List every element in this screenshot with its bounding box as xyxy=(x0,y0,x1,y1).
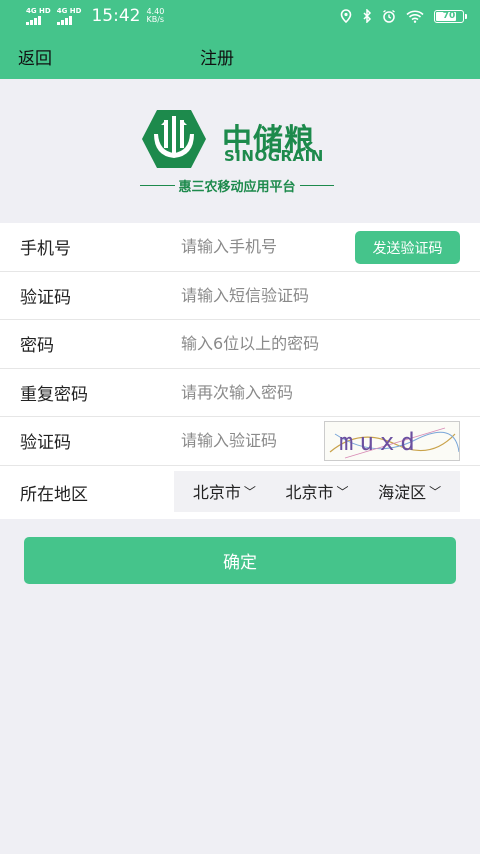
captcha-row: 验证码 muxd xyxy=(0,417,480,466)
phone-label: 手机号 xyxy=(20,239,71,260)
sms-code-label: 验证码 xyxy=(20,287,71,308)
province-value: 北京市 xyxy=(192,483,241,502)
captcha-image[interactable]: muxd xyxy=(324,421,460,461)
signal-bars-icon xyxy=(26,15,41,25)
alarm-icon xyxy=(383,9,395,23)
confirm-password-label: 重复密码 xyxy=(20,384,88,405)
speed-unit: KB/s xyxy=(146,15,165,24)
nav-bar: 返回 注册 xyxy=(0,32,480,79)
phone-input[interactable] xyxy=(181,237,351,257)
confirm-button[interactable]: 确定 xyxy=(24,537,456,584)
slogan-text: 惠三农移动应用平台 xyxy=(178,180,296,195)
network-type-1: 4G HD xyxy=(26,7,51,15)
sinograin-logo-icon xyxy=(142,110,206,168)
status-time: 15:42 xyxy=(91,6,141,26)
brand-name-en: SINOGRAIN xyxy=(224,147,324,165)
password-input[interactable] xyxy=(181,334,351,354)
region-row: 所在地区 北京市 ﹀ 北京市 ﹀ 海淀区 ﹀ xyxy=(0,466,480,519)
battery-level: 70 xyxy=(442,11,456,21)
slogan: 惠三农移动应用平台 xyxy=(140,176,335,195)
district-value: 海淀区 xyxy=(378,483,427,502)
location-icon xyxy=(340,9,352,23)
sms-code-row: 验证码 xyxy=(0,272,480,320)
password-row: 密码 xyxy=(0,320,480,369)
register-form: 手机号 发送验证码 验证码 密码 重复密码 验证码 muxd 所在地区 北京市﹀… xyxy=(0,223,480,519)
region-picker: 北京市 ﹀ 北京市 ﹀ 海淀区 ﹀ xyxy=(174,470,460,512)
captcha-label: 验证码 xyxy=(20,433,71,454)
district-select[interactable]: 海淀区 ﹀ xyxy=(378,479,441,503)
chevron-down-icon: ﹀ xyxy=(243,484,256,499)
signal-bars-icon xyxy=(56,15,72,25)
sms-code-input[interactable] xyxy=(181,285,351,305)
confirm-password-row: 重复密码 xyxy=(0,369,480,417)
send-code-button[interactable]: 发送验证码 xyxy=(355,231,460,264)
status-bar: 4G HD 4G HD 15:42 4.40 KB/s 70 xyxy=(0,0,480,32)
phone-row: 手机号 发送验证码 xyxy=(0,223,480,272)
logo-area: 中储粮 SINOGRAIN 惠三农移动应用平台 xyxy=(0,79,480,223)
network-speed: 4.40 KB/s xyxy=(146,8,164,24)
battery-icon: 70 xyxy=(434,9,467,23)
region-label: 所在地区 xyxy=(20,484,88,505)
wifi-icon xyxy=(406,10,424,23)
page-title: 注册 xyxy=(200,49,234,69)
password-label: 密码 xyxy=(20,336,54,357)
bluetooth-icon xyxy=(363,9,372,23)
province-select[interactable]: 北京市 ﹀ xyxy=(193,479,256,503)
back-button[interactable]: 返回 xyxy=(18,44,52,69)
chevron-down-icon: ﹀ xyxy=(429,484,442,499)
city-value: 北京市 xyxy=(285,483,334,502)
chevron-down-icon: ﹀ xyxy=(336,484,349,499)
network-type-2: 4G HD xyxy=(56,7,82,15)
city-select[interactable]: 北京市 ﹀ xyxy=(285,479,348,503)
captcha-text: muxd xyxy=(339,428,421,456)
confirm-password-input[interactable] xyxy=(181,382,351,402)
signal-2: 4G HD xyxy=(56,7,82,25)
signal-1: 4G HD xyxy=(26,7,51,25)
